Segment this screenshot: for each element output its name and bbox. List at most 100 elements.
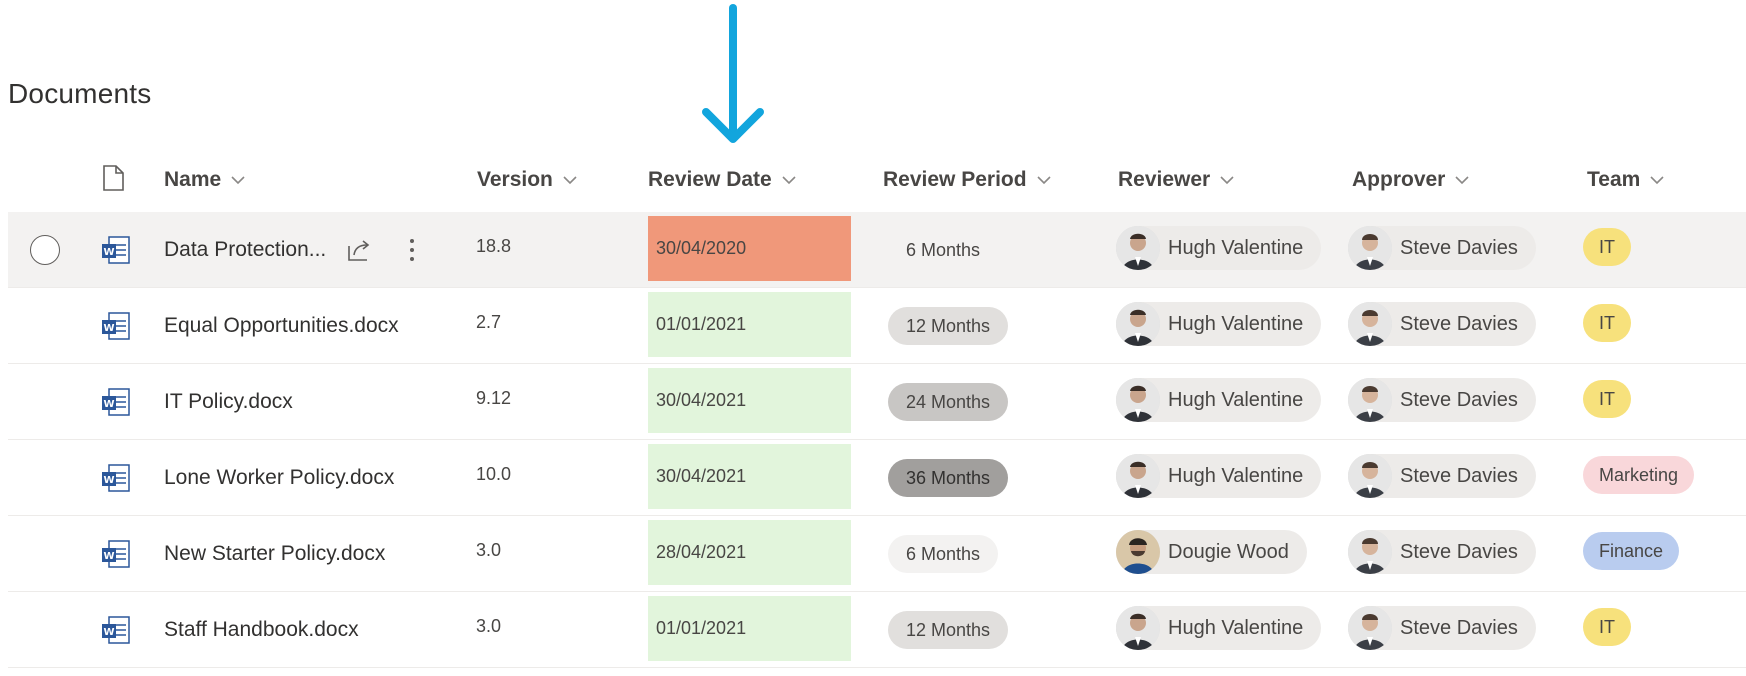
team-pill: IT <box>1583 608 1631 646</box>
approver-name: Steve Davies <box>1400 312 1518 335</box>
table-row[interactable]: W IT Policy.docx 9.12 30/04/2021 24 Mont… <box>8 364 1746 440</box>
column-header-review-date[interactable]: Review Date <box>648 160 798 200</box>
column-header-reviewer-label: Reviewer <box>1118 168 1211 191</box>
team-pill: Finance <box>1583 532 1680 570</box>
svg-text:W: W <box>103 475 114 486</box>
row-actions <box>346 212 416 288</box>
review-period-pill: 12 Months <box>888 611 1009 649</box>
word-doc-icon: W <box>101 516 131 592</box>
word-doc-icon: W <box>101 364 131 440</box>
review-period-pill: 6 Months <box>888 231 999 269</box>
reviewer-persona[interactable]: Hugh Valentine <box>1116 302 1322 346</box>
approver-persona[interactable]: Steve Davies <box>1348 302 1536 346</box>
review-date-cell: 30/04/2021 <box>648 444 851 509</box>
review-date-cell: 01/01/2021 <box>648 292 851 357</box>
approver-name: Steve Davies <box>1400 236 1518 259</box>
approver-persona[interactable]: Steve Davies <box>1348 378 1536 422</box>
reviewer-name: Hugh Valentine <box>1168 236 1304 259</box>
column-header-name[interactable]: Name <box>164 160 247 200</box>
chevron-down-icon <box>1455 176 1469 185</box>
file-name-link[interactable]: Staff Handbook.docx <box>164 592 359 668</box>
table-row[interactable]: W Data Protection... 18.8 30/04/2020 6 M… <box>8 212 1746 288</box>
file-name-link[interactable]: Lone Worker Policy.docx <box>164 440 394 516</box>
version-value: 3.0 <box>476 615 502 636</box>
column-header-version[interactable]: Version <box>477 160 579 200</box>
file-name-link[interactable]: IT Policy.docx <box>164 364 293 440</box>
team-pill: IT <box>1583 304 1631 342</box>
arrow-down-annotation <box>702 4 764 143</box>
table-row[interactable]: W Equal Opportunities.docx 2.7 01/01/202… <box>8 288 1746 364</box>
version-value: 9.12 <box>476 387 512 408</box>
file-name-link[interactable]: Equal Opportunities.docx <box>164 288 399 364</box>
file-name-link[interactable]: Data Protection... <box>164 212 326 288</box>
approver-persona[interactable]: Steve Davies <box>1348 454 1536 498</box>
chevron-down-icon <box>1650 176 1664 185</box>
approver-name: Steve Davies <box>1400 464 1518 487</box>
approver-persona[interactable]: Steve Davies <box>1348 226 1536 270</box>
column-header-name-label: Name <box>164 168 222 191</box>
table-row[interactable]: W New Starter Policy.docx 3.0 28/04/2021… <box>8 516 1746 592</box>
table-row[interactable]: W Lone Worker Policy.docx 10.0 30/04/202… <box>8 440 1746 516</box>
avatar <box>1116 606 1160 650</box>
review-period-pill: 36 Months <box>888 459 1009 497</box>
file-icon <box>103 165 124 191</box>
reviewer-name: Hugh Valentine <box>1168 388 1304 411</box>
review-period-pill: 12 Months <box>888 307 1009 345</box>
avatar <box>1116 378 1160 422</box>
reviewer-persona[interactable]: Dougie Wood <box>1116 530 1307 574</box>
column-header-review-period-label: Review Period <box>883 168 1027 191</box>
review-period-pill: 24 Months <box>888 383 1009 421</box>
reviewer-name: Hugh Valentine <box>1168 464 1304 487</box>
version-value: 10.0 <box>476 463 512 484</box>
row-select-radio[interactable] <box>30 235 60 265</box>
chevron-down-icon <box>782 176 796 185</box>
chevron-down-icon <box>1036 176 1051 185</box>
version-value: 3.0 <box>476 539 502 560</box>
share-icon[interactable] <box>346 238 372 262</box>
approver-persona[interactable]: Steve Davies <box>1348 530 1536 574</box>
version-value: 2.7 <box>476 311 502 332</box>
svg-text:W: W <box>103 247 114 258</box>
page-title: Documents <box>8 78 152 109</box>
avatar <box>1116 530 1160 574</box>
word-doc-icon: W <box>101 440 131 516</box>
column-header-approver[interactable]: Approver <box>1352 160 1471 200</box>
avatar <box>1348 226 1392 270</box>
reviewer-persona[interactable]: Hugh Valentine <box>1116 606 1322 650</box>
reviewer-persona[interactable]: Hugh Valentine <box>1116 454 1322 498</box>
word-doc-icon: W <box>101 592 131 668</box>
avatar <box>1116 302 1160 346</box>
column-header-reviewer[interactable]: Reviewer <box>1118 160 1236 200</box>
svg-text:W: W <box>103 323 114 334</box>
chevron-down-icon <box>231 176 245 185</box>
table-row[interactable]: W Staff Handbook.docx 3.0 01/01/2021 12 … <box>8 592 1746 668</box>
review-date-cell: 30/04/2020 <box>648 216 851 281</box>
svg-text:W: W <box>103 551 114 562</box>
column-header-team[interactable]: Team <box>1587 160 1666 200</box>
more-vertical-icon[interactable] <box>408 237 416 263</box>
avatar <box>1348 454 1392 498</box>
column-header-review-period[interactable]: Review Period <box>883 160 1053 200</box>
reviewer-name: Hugh Valentine <box>1168 312 1304 335</box>
column-header-review-date-label: Review Date <box>648 168 772 191</box>
approver-name: Steve Davies <box>1400 540 1518 563</box>
approver-persona[interactable]: Steve Davies <box>1348 606 1536 650</box>
avatar <box>1116 226 1160 270</box>
file-name-link[interactable]: New Starter Policy.docx <box>164 516 385 592</box>
column-header-version-label: Version <box>477 168 553 191</box>
avatar <box>1348 302 1392 346</box>
chevron-down-icon <box>563 176 577 185</box>
reviewer-persona[interactable]: Hugh Valentine <box>1116 226 1322 270</box>
column-header-approver-label: Approver <box>1352 168 1446 191</box>
reviewer-persona[interactable]: Hugh Valentine <box>1116 378 1322 422</box>
column-header-team-label: Team <box>1587 168 1641 191</box>
chevron-down-icon <box>1220 176 1234 185</box>
team-pill: Marketing <box>1583 456 1695 494</box>
avatar <box>1348 530 1392 574</box>
review-date-cell: 30/04/2021 <box>648 368 851 433</box>
team-pill: IT <box>1583 380 1631 418</box>
word-doc-icon: W <box>101 288 131 364</box>
team-pill: IT <box>1583 228 1631 266</box>
review-date-cell: 01/01/2021 <box>648 596 851 661</box>
approver-name: Steve Davies <box>1400 388 1518 411</box>
